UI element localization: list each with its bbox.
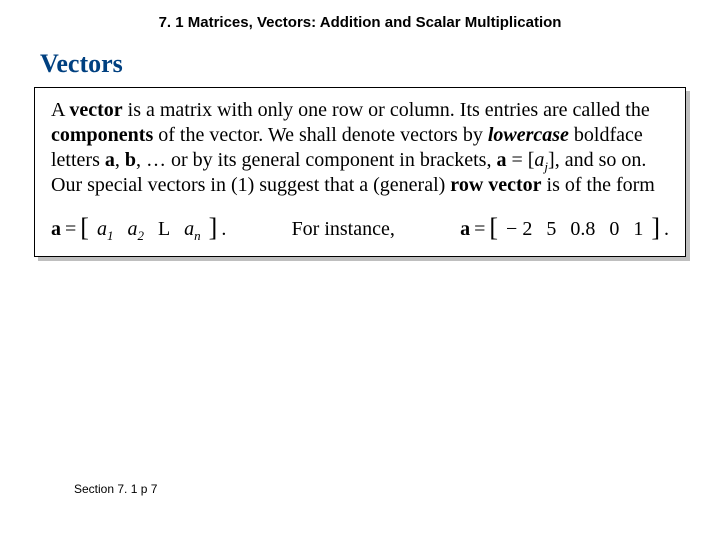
var-a: a	[51, 218, 61, 241]
general-entries: a1 a2 L an	[93, 218, 205, 241]
entry-2: a2	[127, 218, 144, 241]
term-components: components	[51, 124, 153, 146]
equation-general: a = [ a1 a2 L an ] .	[51, 214, 226, 244]
text: is of the form	[542, 174, 655, 196]
period: .	[221, 218, 226, 241]
text: = [	[506, 149, 534, 171]
equation-row: a = [ a1 a2 L an ] . For instance, a = […	[51, 214, 669, 244]
equals: =	[65, 218, 76, 241]
left-bracket: [	[489, 213, 498, 243]
component-a: a	[534, 149, 544, 171]
entry-sub: 2	[137, 228, 144, 243]
subscript-j: j	[544, 159, 548, 174]
text: is a matrix with only one row or column.…	[123, 99, 650, 121]
definition-box: A vector is a matrix with only one row o…	[34, 87, 686, 257]
definition-text: A vector is a matrix with only one row o…	[51, 98, 669, 198]
entry-n: an	[184, 218, 201, 241]
text: , … or by its general component in brack…	[136, 149, 496, 171]
for-instance-text: For instance,	[292, 218, 395, 241]
value-1: − 2	[506, 218, 532, 241]
vector-b: b	[125, 149, 136, 171]
entry-var: a	[127, 218, 137, 240]
entry-var: a	[97, 218, 107, 240]
entry-sub: n	[194, 228, 201, 243]
value-5: 1	[633, 218, 643, 241]
entry-sub: 1	[107, 228, 114, 243]
text: ,	[115, 149, 125, 171]
example-entries: − 2 5 0.8 0 1	[502, 218, 647, 241]
term-vector: vector	[69, 99, 122, 121]
left-bracket: [	[80, 213, 89, 243]
vector-a-bracket: a	[496, 149, 506, 171]
entry-L: L	[158, 218, 170, 241]
vector-a: a	[105, 149, 115, 171]
term-lowercase: lowercase	[488, 124, 569, 146]
period: .	[664, 218, 669, 241]
value-2: 5	[546, 218, 556, 241]
chapter-header: 7. 1 Matrices, Vectors: Addition and Sca…	[0, 0, 720, 49]
term-row-vector: row vector	[450, 174, 541, 196]
equals: =	[474, 218, 485, 241]
text: of the vector. We shall denote vectors b…	[153, 124, 488, 146]
equation-example: a = [ − 2 5 0.8 0 1 ] .	[460, 214, 669, 244]
right-bracket: ]	[209, 213, 218, 243]
section-subtitle: Vectors	[0, 49, 720, 79]
right-bracket: ]	[651, 213, 660, 243]
entry-var: a	[184, 218, 194, 240]
text: A	[51, 99, 69, 121]
entry-1: a1	[97, 218, 114, 241]
var-a-example: a	[460, 218, 470, 241]
value-4: 0	[609, 218, 619, 241]
page-footer: Section 7. 1 p 7	[74, 482, 157, 496]
value-3: 0.8	[570, 218, 595, 241]
